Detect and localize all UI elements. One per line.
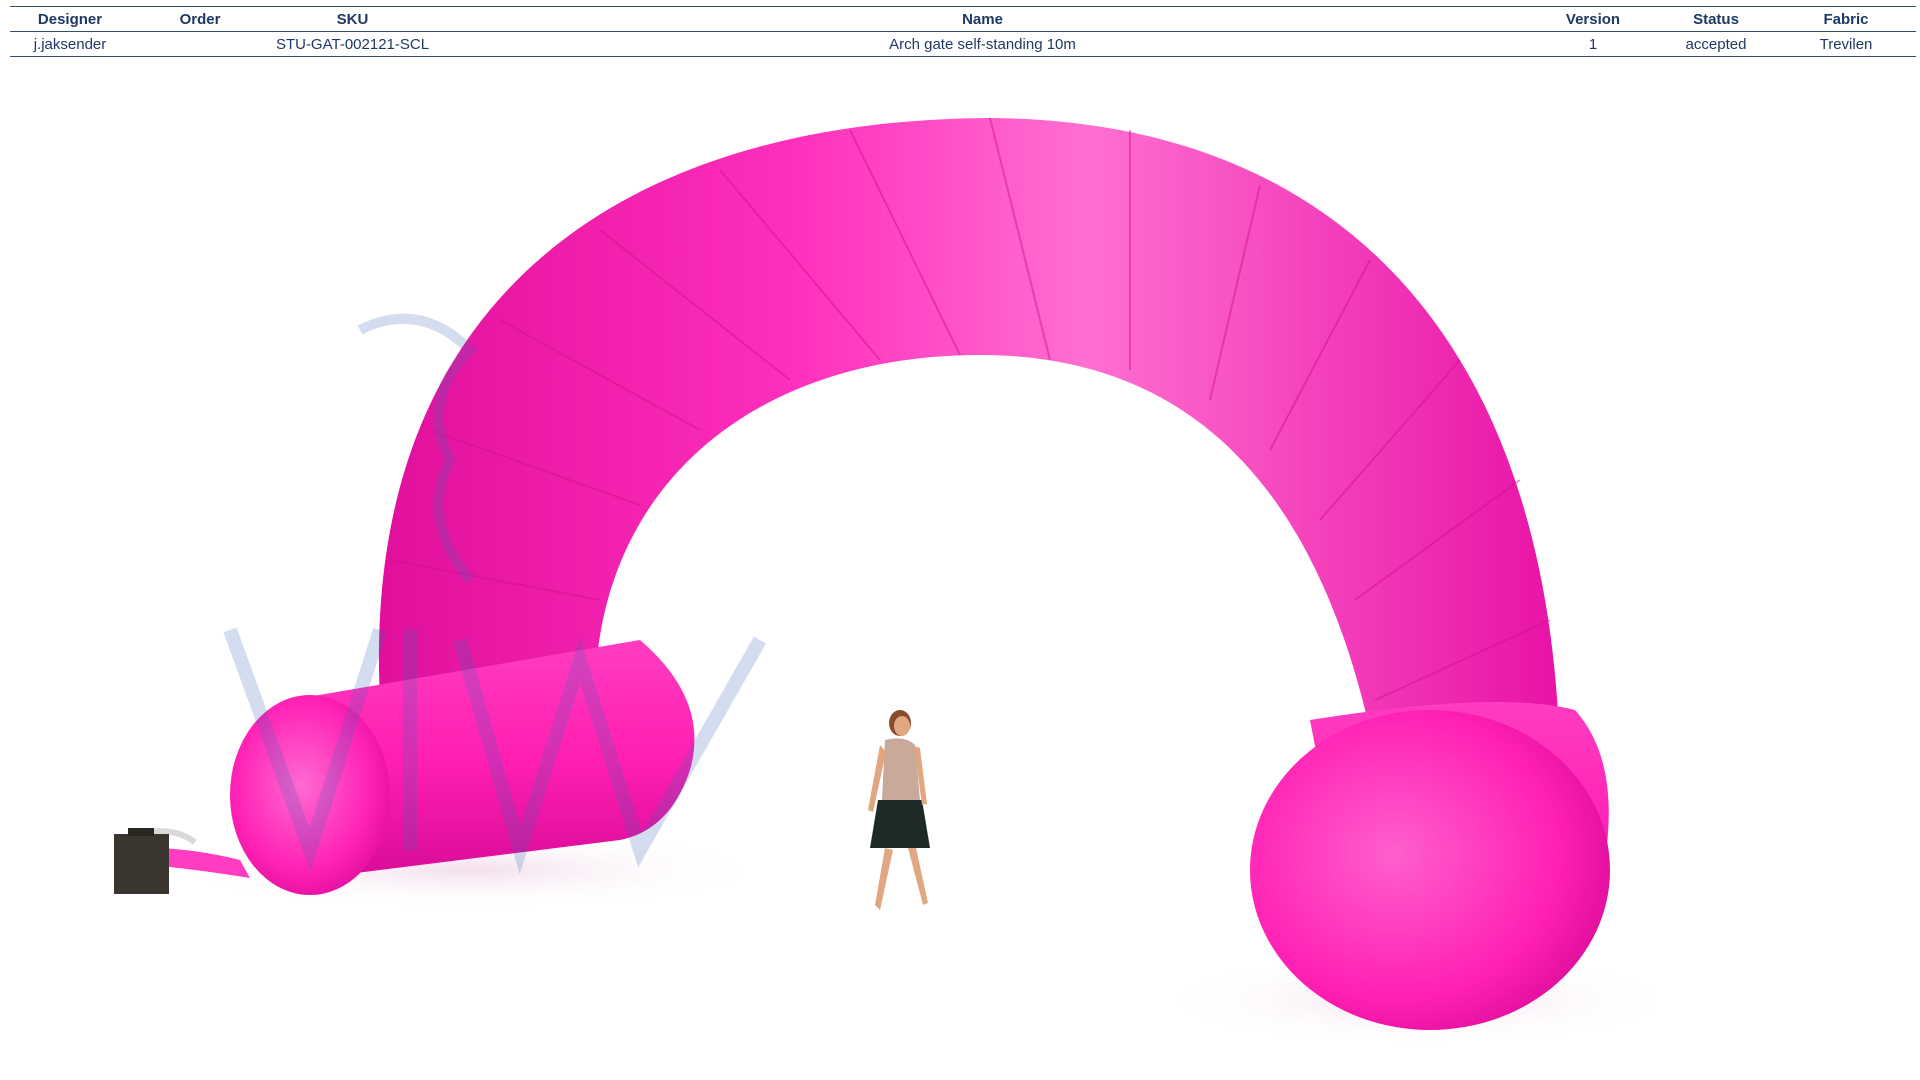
cell-order bbox=[130, 31, 270, 57]
cell-version: 1 bbox=[1530, 31, 1656, 57]
product-render bbox=[114, 117, 1680, 1045]
table-row: j.jaksender STU-GAT-002121-SCL Arch gate… bbox=[10, 31, 1916, 57]
cell-designer: j.jaksender bbox=[10, 31, 130, 57]
header-fabric: Fabric bbox=[1776, 6, 1916, 32]
header-version: Version bbox=[1530, 6, 1656, 32]
spec-table-header-row: Designer Order SKU Name Version Status F… bbox=[10, 6, 1916, 32]
right-base-cap bbox=[1250, 710, 1610, 1030]
person-figure bbox=[868, 710, 930, 910]
header-order: Order bbox=[130, 6, 270, 32]
cell-status: accepted bbox=[1656, 31, 1776, 57]
spec-table: Designer Order SKU Name Version Status F… bbox=[10, 6, 1916, 57]
header-status: Status bbox=[1656, 6, 1776, 32]
cell-sku: STU-GAT-002121-SCL bbox=[270, 31, 435, 57]
cell-fabric: Trevilen bbox=[1776, 31, 1916, 57]
header-designer: Designer bbox=[10, 6, 130, 32]
header-name: Name bbox=[435, 6, 1530, 32]
header-sku: SKU bbox=[270, 6, 435, 32]
cell-name: Arch gate self-standing 10m bbox=[435, 31, 1530, 57]
product-sheet: Designer Order SKU Name Version Status F… bbox=[0, 0, 1920, 1080]
